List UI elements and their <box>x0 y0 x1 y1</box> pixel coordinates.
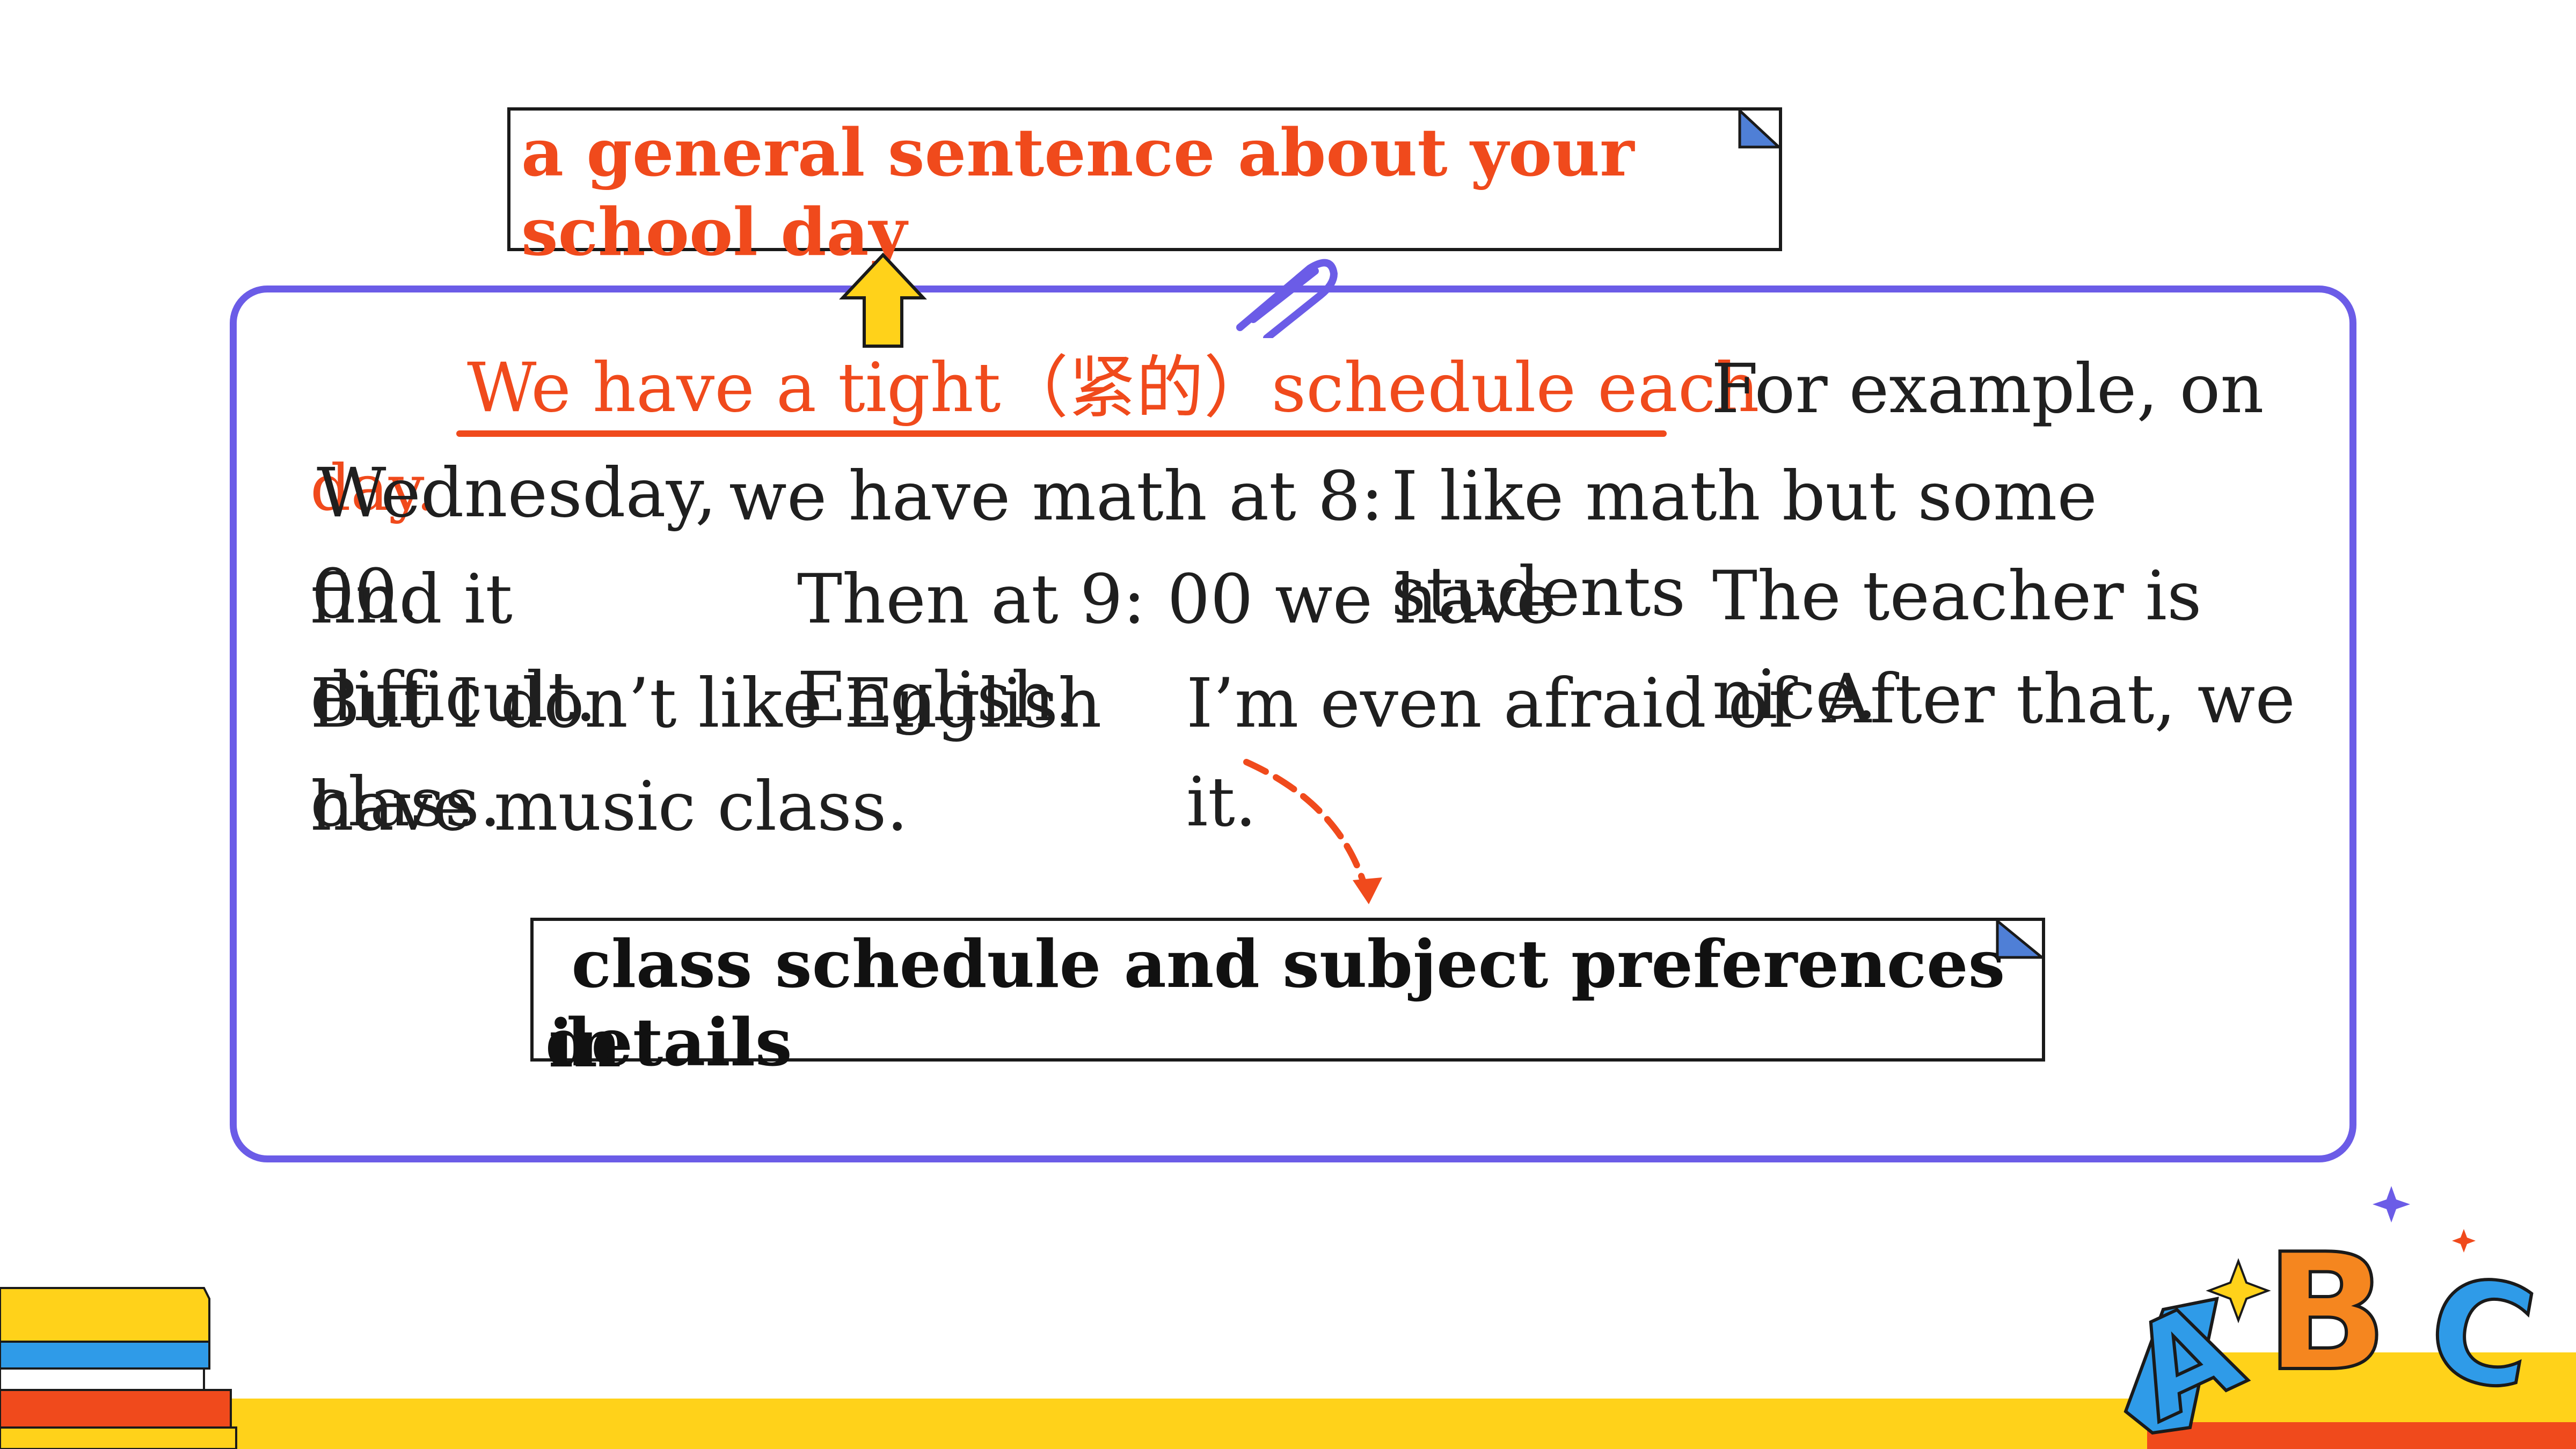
text-segment: After that, we <box>1822 660 2295 738</box>
page-corner-icon <box>1996 918 2045 959</box>
letter-b: B <box>2265 1219 2388 1407</box>
text-segment: For example, on <box>1711 349 2264 428</box>
text-segment: The teacher is <box>1712 557 2202 635</box>
text-segment: I’m even afraid of <box>1186 664 1794 743</box>
page-corner-icon <box>1738 107 1782 149</box>
text-segment: have music class. <box>310 767 908 846</box>
text-segment: Wednesday, <box>317 453 717 532</box>
bottom-annotation-line2: details <box>545 1004 792 1081</box>
top-annotation-box: a general sentence about your school day <box>507 107 1782 270</box>
books-illustration <box>0 1287 237 1449</box>
text-segment: I like math but some <box>1391 457 2097 536</box>
curved-dashed-arrow-icon <box>1243 759 1382 904</box>
sparkle-icon <box>2373 1186 2410 1223</box>
abc-blocks-illustration: A B C <box>2106 1186 2576 1449</box>
top-annotation-line1: a general sentence about your <box>521 114 1634 191</box>
up-arrow-icon <box>839 252 927 348</box>
paperclip-icon <box>1236 259 1338 338</box>
topic-underline <box>456 430 1667 437</box>
text-segment: find it <box>310 560 513 639</box>
topic-sentence: We have a tight（紧的）schedule each <box>467 348 1760 427</box>
sparkle-icon <box>2206 1258 2271 1323</box>
bottom-annotation-box: class schedule and subject preferences i… <box>530 918 2045 1082</box>
text-segment: But I don’t like English <box>310 664 1102 743</box>
text-segment: we have math at 8: <box>729 457 1384 536</box>
text-segment: Then at 9: 00 we have <box>797 560 1557 639</box>
